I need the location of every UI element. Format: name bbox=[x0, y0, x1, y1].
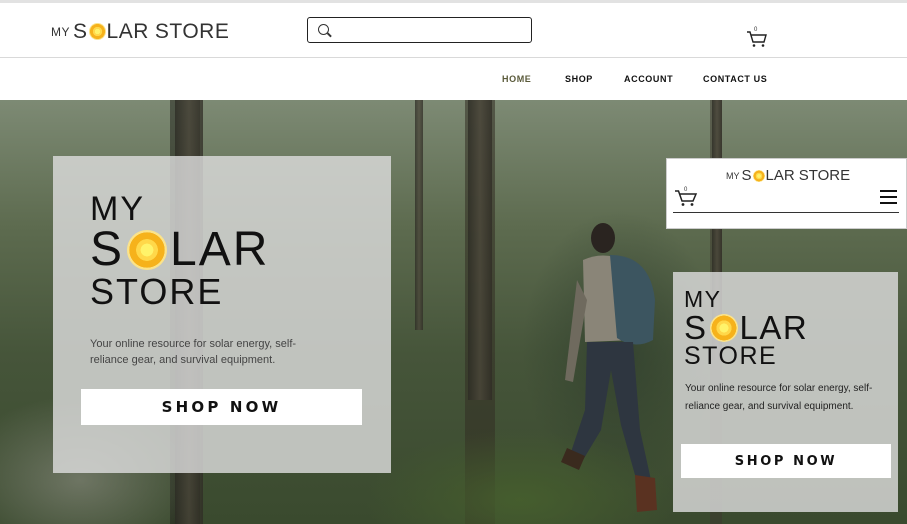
site-logo[interactable]: MY S LAR STORE bbox=[51, 21, 229, 42]
tree-trunk bbox=[468, 100, 492, 400]
hamburger-menu-icon[interactable] bbox=[880, 190, 897, 204]
mobile-cart-count: 0 bbox=[684, 187, 688, 193]
mobile-header: MY S LAR STORE 0 bbox=[666, 158, 907, 229]
cart-button[interactable]: 0 bbox=[746, 27, 768, 48]
nav-item-contact-us[interactable]: CONTACT US bbox=[703, 74, 767, 84]
hero-logo: MY S LAR STORE bbox=[90, 192, 269, 310]
mobile-preview: MY S LAR STORE 0 MY S LAR STORE Your onl… bbox=[666, 158, 907, 524]
site-header: MY S LAR STORE 0 bbox=[0, 3, 907, 58]
shop-now-button[interactable]: SHOP NOW bbox=[81, 389, 362, 425]
mobile-hero-logo-s: S bbox=[684, 309, 708, 346]
mobile-hero-logo-lar: LAR bbox=[739, 309, 809, 346]
mobile-hero-logo-solar: S LAR bbox=[684, 311, 808, 344]
logo-wordmark: S LAR STORE bbox=[73, 21, 229, 42]
tree-trunk bbox=[415, 100, 423, 330]
mobile-header-divider bbox=[673, 212, 899, 213]
hero-logo-lar: LAR bbox=[170, 223, 270, 276]
search-input[interactable] bbox=[336, 21, 526, 39]
hero-logo-s: S bbox=[90, 223, 125, 276]
mobile-hero-logo-my: MY bbox=[684, 286, 722, 312]
sun-icon bbox=[127, 230, 168, 270]
mobile-logo-my: MY bbox=[726, 171, 740, 181]
mobile-logo-s: S bbox=[741, 167, 752, 184]
nav-item-account[interactable]: ACCOUNT bbox=[624, 74, 673, 84]
hero-card: MY S LAR STORE Your online resource for … bbox=[53, 156, 391, 473]
logo-my-text: MY bbox=[51, 25, 70, 39]
mobile-hero-card: MY S LAR STORE Your online resource for … bbox=[673, 272, 898, 512]
nav-item-shop[interactable]: SHOP bbox=[565, 74, 593, 84]
hero-logo-solar: S LAR bbox=[90, 226, 269, 274]
main-nav: HOME SHOP ACCOUNT CONTACT US bbox=[0, 59, 907, 100]
mobile-cart-button[interactable]: 0 bbox=[674, 187, 698, 207]
mobile-shop-now-button[interactable]: SHOP NOW bbox=[681, 444, 891, 478]
sun-icon bbox=[752, 169, 765, 182]
logo-s-letter: S bbox=[73, 20, 88, 43]
mobile-hero-logo-store: STORE bbox=[684, 342, 778, 370]
hiker-image bbox=[561, 223, 657, 512]
mobile-hero-logo: MY S LAR STORE bbox=[684, 288, 808, 369]
mobile-logo-wordmark: S LAR STORE bbox=[742, 168, 851, 183]
search-box[interactable] bbox=[307, 17, 532, 43]
mobile-site-logo[interactable]: MY S LAR STORE bbox=[726, 168, 850, 183]
mobile-logo-store: STORE bbox=[798, 167, 851, 184]
mobile-logo-lar: LAR bbox=[765, 167, 795, 184]
sun-icon bbox=[88, 23, 106, 40]
logo-lar-letters: LAR bbox=[106, 20, 149, 43]
logo-store-text: STORE bbox=[154, 20, 230, 43]
hero-logo-my: MY bbox=[90, 190, 145, 228]
hero-logo-store: STORE bbox=[90, 271, 224, 312]
mobile-hero-tagline: Your online resource for solar energy, s… bbox=[685, 383, 873, 412]
search-icon[interactable] bbox=[318, 24, 329, 35]
sun-icon bbox=[709, 313, 738, 342]
hero-tagline: Your online resource for solar energy, s… bbox=[90, 338, 297, 366]
nav-item-home[interactable]: HOME bbox=[502, 74, 531, 84]
cart-count: 0 bbox=[754, 27, 758, 33]
